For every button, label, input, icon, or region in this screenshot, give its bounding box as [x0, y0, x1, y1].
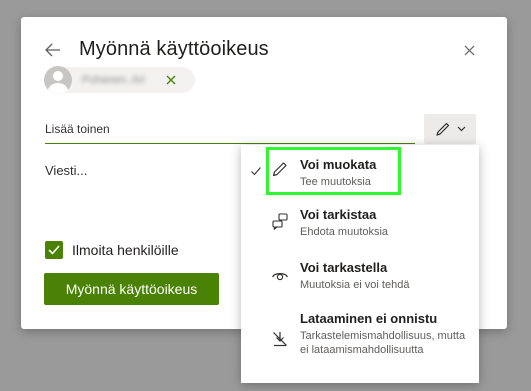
dialog-title: Myönnä käyttöoikeus [79, 38, 269, 60]
menu-item-can-edit[interactable]: Voi muokata Tee muutoksia [241, 145, 479, 200]
permission-menu: Voi muokata Tee muutoksia Voi tarkistaa … [241, 145, 479, 383]
remove-person-button[interactable] [164, 73, 178, 87]
menu-item-description: Tarkastelemismahdollisuus, mutta ei lata… [300, 330, 466, 356]
selection-highlight [266, 147, 401, 195]
message-field[interactable] [45, 163, 235, 223]
close-icon [166, 75, 176, 85]
menu-item-description: Ehdota muutoksia [300, 226, 389, 238]
notify-label: Ilmoita henkilöille [72, 242, 179, 258]
notify-row: Ilmoita henkilöille [45, 241, 179, 259]
menu-item-description: Muutoksia ei voi tehdä [300, 279, 410, 291]
eye-icon [271, 273, 289, 281]
back-button[interactable] [41, 40, 65, 60]
close-icon [464, 45, 474, 55]
menu-item-label: Lataaminen ei onnistu [300, 311, 438, 326]
grant-access-button[interactable]: Myönnä käyttöoikeus [44, 273, 219, 305]
notify-checkbox[interactable] [45, 241, 63, 259]
menu-item-can-review[interactable]: Voi tarkistaa Ehdota muutoksia [241, 200, 479, 253]
no-download-icon [273, 332, 287, 347]
permission-dropdown-button[interactable] [424, 114, 476, 144]
checkmark-icon [251, 167, 261, 176]
chevron-down-icon [457, 126, 465, 132]
avatar [44, 66, 72, 94]
person-chip: Puhanen, Ari [44, 66, 195, 94]
person-name: Puhanen, Ari [82, 74, 145, 86]
suggest-icon [272, 213, 288, 230]
menu-item-block-download[interactable]: Lataaminen ei onnistu Tarkastelemismahdo… [241, 305, 479, 383]
menu-item-can-view[interactable]: Voi tarkastella Muutoksia ei voi tehdä [241, 253, 479, 305]
close-button[interactable] [459, 40, 479, 60]
arrow-left-icon [45, 43, 60, 57]
menu-item-label: Voi tarkistaa [300, 207, 377, 222]
add-people-input[interactable] [45, 115, 415, 144]
pencil-icon [435, 122, 449, 136]
checkmark-icon [48, 245, 60, 255]
menu-item-label: Voi tarkastella [300, 260, 388, 275]
